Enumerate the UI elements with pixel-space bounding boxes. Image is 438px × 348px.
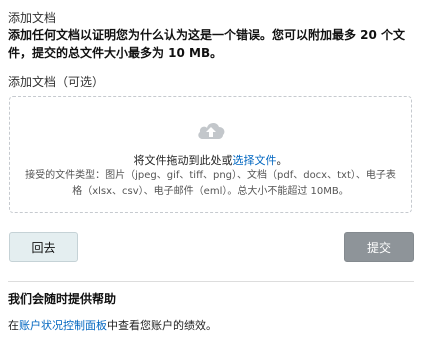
drop-text-suffix: 。 <box>276 154 288 167</box>
submit-button[interactable]: 提交 <box>344 232 414 262</box>
accepted-file-types: 接受的文件类型：图片（jpeg、gif、tiff、png）、文档（pdf、doc… <box>25 170 396 197</box>
help-suffix: 中查看您账户的绩效。 <box>107 319 217 332</box>
section-title: 添加文档 <box>8 11 57 25</box>
account-health-dashboard-link[interactable]: 账户状况控制面板 <box>19 319 107 332</box>
drop-text: 将文件拖动到此处或 <box>133 154 233 167</box>
help-prefix: 在 <box>8 319 19 332</box>
upload-field-label: 添加文档（可选） <box>8 75 105 89</box>
cloud-upload-icon <box>197 122 224 139</box>
file-dropzone[interactable]: 将文件拖动到此处或选择文件。 接受的文件类型：图片（jpeg、gif、tiff、… <box>9 96 412 213</box>
instructions-text: 添加任何文档以证明您为什么认为这是一个错误。您可以附加最多 20 个文件，提交的… <box>8 28 406 60</box>
divider <box>8 281 414 282</box>
back-button[interactable]: 回去 <box>9 232 78 262</box>
help-title: 我们会随时提供帮助 <box>8 292 117 306</box>
choose-file-link[interactable]: 选择文件 <box>233 154 277 167</box>
help-text: 在账户状况控制面板中查看您账户的绩效。 <box>8 317 217 333</box>
drop-instructions: 将文件拖动到此处或选择文件。 <box>10 152 411 168</box>
